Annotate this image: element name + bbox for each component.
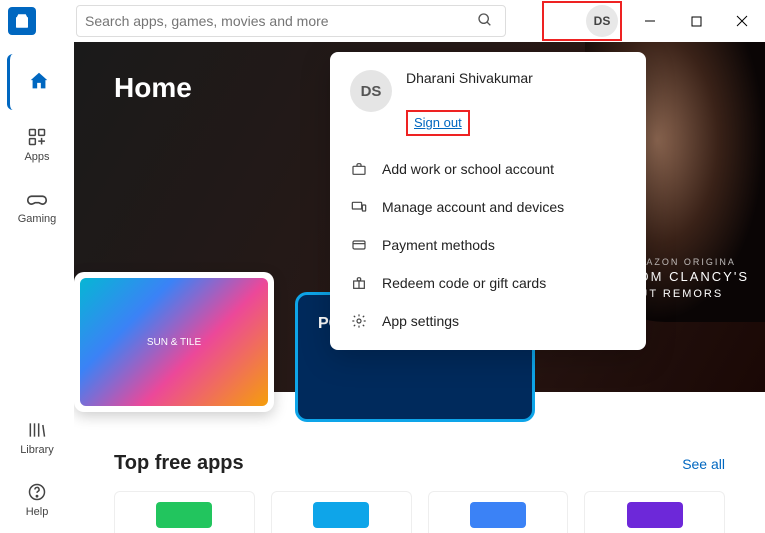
search-icon <box>477 12 493 28</box>
app-tile[interactable] <box>584 491 725 533</box>
main-content: Home TOMORROW WAR AMAZON ORIGINA TOM CLA… <box>74 42 765 533</box>
signout-highlight: Sign out <box>406 110 470 136</box>
search-box[interactable] <box>76 5 506 37</box>
search-input[interactable] <box>85 13 473 29</box>
see-all-link[interactable]: See all <box>682 456 725 472</box>
card-icon <box>350 236 368 254</box>
maximize-icon <box>691 16 702 27</box>
account-menu: DS Dharani Shivakumar Sign out Add work … <box>330 52 646 350</box>
hero-promo-text: AMAZON ORIGINA TOM CLANCY'S OUT REMORS <box>629 256 749 302</box>
gaming-icon <box>25 187 49 211</box>
app-thumb <box>627 502 683 528</box>
app-tile[interactable] <box>428 491 569 533</box>
nav-apps[interactable]: Apps <box>7 116 67 172</box>
maximize-button[interactable] <box>673 0 719 42</box>
nav-label: Help <box>26 506 49 518</box>
menu-add-account[interactable]: Add work or school account <box>330 150 646 188</box>
menu-redeem[interactable]: Redeem code or gift cards <box>330 264 646 302</box>
nav-label: Library <box>20 444 54 456</box>
hero-thumbnail-card[interactable]: SUN & TILE <box>74 272 274 412</box>
nav-library[interactable]: Library <box>7 409 67 465</box>
sidebar: Apps Gaming Library Help <box>0 42 74 533</box>
home-icon <box>27 69 51 93</box>
app-tile[interactable] <box>271 491 412 533</box>
gear-icon <box>350 312 368 330</box>
account-avatar: DS <box>350 70 392 112</box>
minimize-icon <box>644 15 656 27</box>
close-button[interactable] <box>719 0 765 42</box>
gift-icon <box>350 274 368 292</box>
app-thumb <box>470 502 526 528</box>
section-title: Top free apps <box>114 452 244 475</box>
close-icon <box>736 15 748 27</box>
menu-label: Add work or school account <box>382 161 554 177</box>
apps-icon <box>25 125 49 149</box>
user-badge[interactable]: DS <box>586 5 618 37</box>
menu-label: Redeem code or gift cards <box>382 275 546 291</box>
help-icon <box>25 480 49 504</box>
search-button[interactable] <box>473 8 497 35</box>
nav-label: Gaming <box>18 213 57 225</box>
user-badge-highlight: DS <box>542 1 622 41</box>
thumbnail-image: SUN & TILE <box>80 278 268 406</box>
menu-label: Manage account and devices <box>382 199 564 215</box>
nav-help[interactable]: Help <box>7 471 67 527</box>
nav-home[interactable] <box>7 54 67 110</box>
library-icon <box>25 418 49 442</box>
app-thumb <box>313 502 369 528</box>
briefcase-icon <box>350 160 368 178</box>
app-tiles <box>114 491 725 533</box>
account-email-redacted <box>406 88 546 102</box>
minimize-button[interactable] <box>627 0 673 42</box>
menu-payment[interactable]: Payment methods <box>330 226 646 264</box>
nav-gaming[interactable]: Gaming <box>7 178 67 234</box>
account-name: Dharani Shivakumar <box>406 70 546 86</box>
menu-label: App settings <box>382 313 459 329</box>
menu-manage[interactable]: Manage account and devices <box>330 188 646 226</box>
devices-icon <box>350 198 368 216</box>
app-tile[interactable] <box>114 491 255 533</box>
app-thumb <box>156 502 212 528</box>
signout-link[interactable]: Sign out <box>414 115 462 130</box>
nav-label: Apps <box>24 151 49 163</box>
menu-settings[interactable]: App settings <box>330 302 646 340</box>
menu-label: Payment methods <box>382 237 495 253</box>
store-logo <box>8 7 36 35</box>
